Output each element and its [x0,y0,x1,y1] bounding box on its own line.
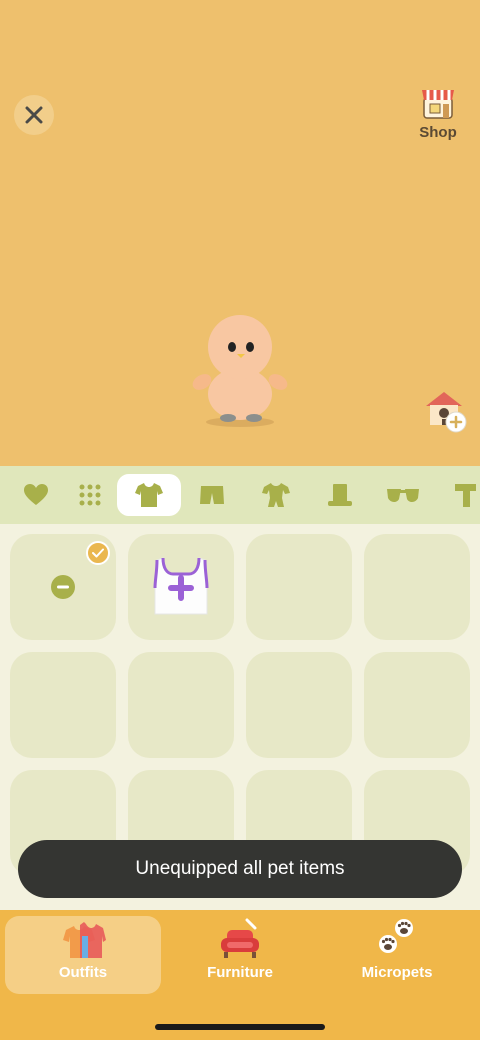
scarf-icon [455,484,476,507]
category-tab-bar [0,466,480,524]
tshirt-icon [135,483,163,507]
grid-cell[interactable] [128,652,234,758]
tab-scarves[interactable] [450,474,480,516]
close-button[interactable] [14,95,54,135]
nav-furniture[interactable]: Furniture [162,916,318,994]
pet-house-button[interactable] [420,386,468,434]
grid-dots-icon [79,484,101,506]
bottom-nav: Outfits Furniture Micropets [0,910,480,1040]
grid-cell[interactable] [364,652,470,758]
pet-avatar[interactable] [190,312,290,432]
grid-cell[interactable] [246,534,352,640]
toast-message: Unequipped all pet items [18,840,462,898]
sunglasses-icon [387,489,419,502]
tab-bottoms[interactable] [190,474,234,516]
nav-label-outfits: Outfits [58,964,108,981]
pet-scene: Shop [0,0,480,466]
house-add-icon [426,392,467,433]
tab-favorites[interactable] [14,474,58,516]
tab-onesies[interactable] [254,474,298,516]
nav-label-micropets: Micropets [361,964,433,981]
tab-tops[interactable] [117,474,181,516]
nav-micropets[interactable]: Micropets [319,916,475,994]
outfits-icon [63,922,106,958]
minus-circle-icon [51,575,75,599]
shop-label: Shop [419,124,457,141]
checkmark-icon [92,548,104,558]
grid-cell[interactable] [246,652,352,758]
close-icon [25,106,43,124]
grid-cell[interactable] [10,652,116,758]
nav-outfits[interactable]: Outfits [5,916,161,994]
tab-all[interactable] [68,474,112,516]
onesie-icon [262,483,290,507]
grid-cell[interactable] [364,534,470,640]
top-hat-icon [328,484,352,506]
home-indicator[interactable] [155,1024,325,1030]
armchair-icon [221,918,259,958]
selected-check-badge [86,541,110,565]
tank-top-item-icon [153,557,209,615]
shop-button[interactable]: Shop [410,82,466,144]
tab-hats[interactable] [318,474,362,516]
shop-icon [422,90,454,119]
shorts-icon [200,486,224,504]
heart-icon [24,484,48,505]
grid-cell-tank-top[interactable] [128,534,234,640]
tab-glasses[interactable] [380,474,426,516]
nav-label-furniture: Furniture [207,964,273,981]
paw-prints-icon [379,919,413,953]
